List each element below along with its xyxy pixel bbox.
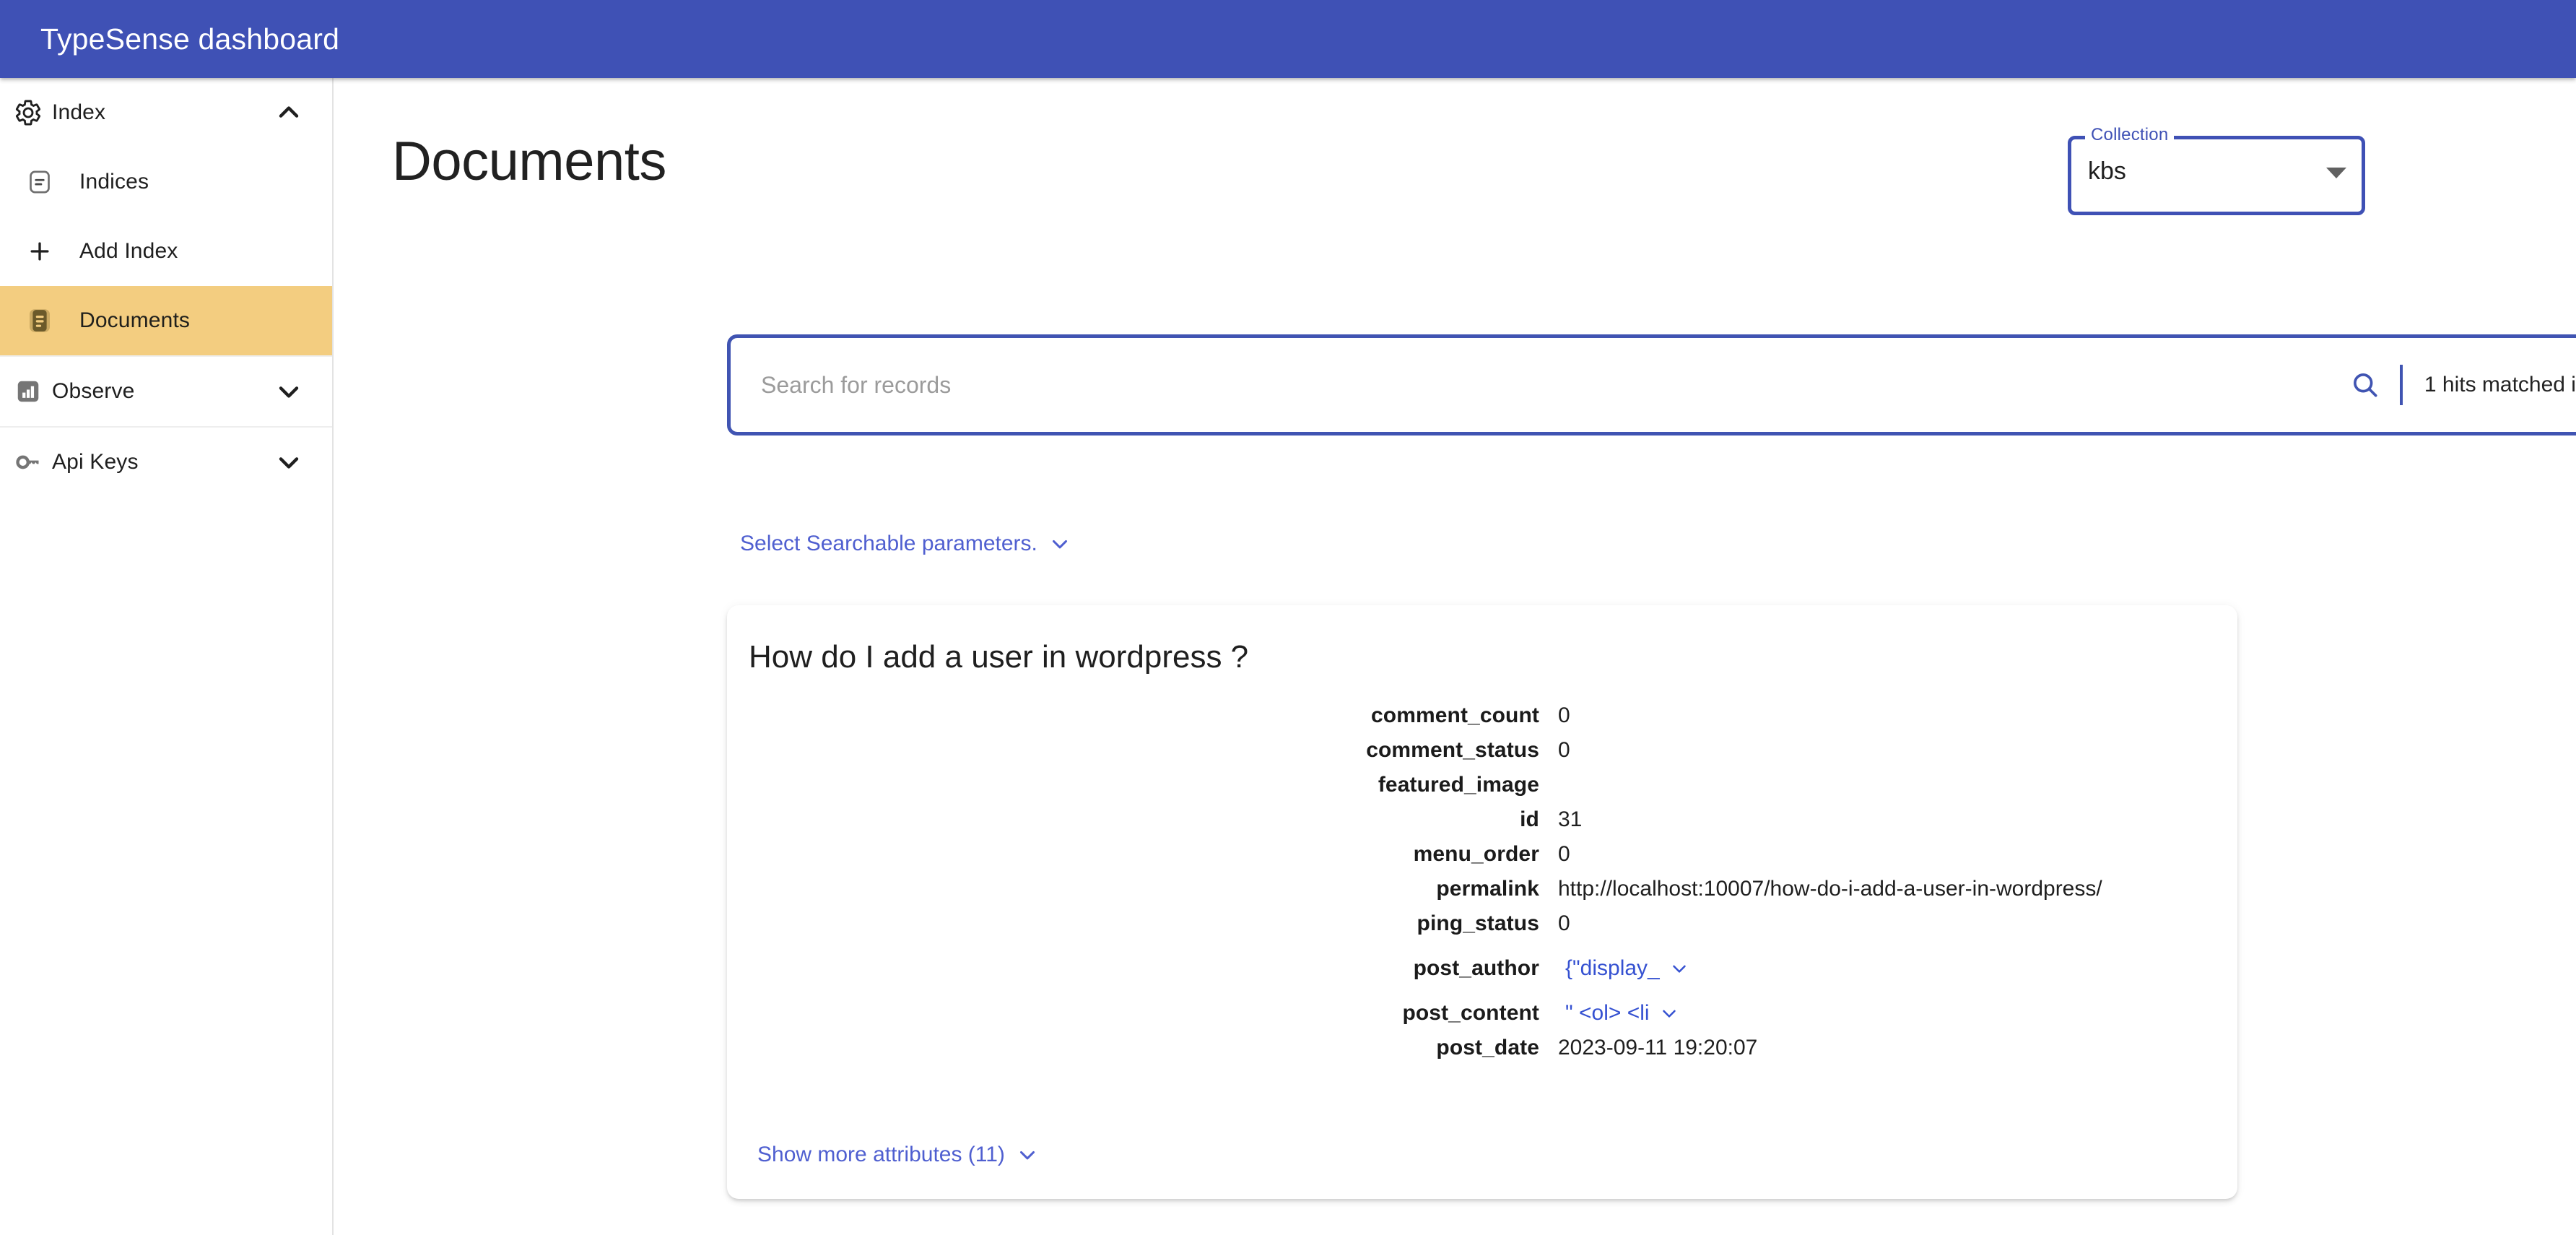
search-divider xyxy=(2399,365,2403,405)
show-more-attributes-link[interactable]: Show more attributes (11) xyxy=(757,1143,1040,1167)
attribute-key: ping_status xyxy=(1417,911,1539,935)
chevron-down-icon[interactable] xyxy=(1658,1002,1680,1024)
table-row: menu_order 0 xyxy=(727,842,2237,877)
table-row: id 31 xyxy=(727,807,2237,842)
gear-icon xyxy=(4,98,52,127)
attribute-key: post_author xyxy=(1413,956,1539,980)
attribute-value-expandable[interactable]: {"display_ xyxy=(1565,956,1690,981)
table-row: comment_count 0 xyxy=(727,703,2237,738)
chevron-down-icon[interactable] xyxy=(273,446,305,478)
attribute-key: permalink xyxy=(1436,877,1539,901)
sidebar-item-index[interactable]: Index xyxy=(0,78,332,147)
attribute-value: {"display_ xyxy=(1565,956,1660,980)
index-list-icon xyxy=(16,168,64,196)
attribute-value-expandable[interactable]: " <ol> <li xyxy=(1565,1001,1680,1026)
sidebar-item-indices[interactable]: Indices xyxy=(0,147,332,217)
sidebar-item-label-indices: Indices xyxy=(79,170,149,194)
caret-down-icon[interactable] xyxy=(2326,168,2346,178)
sidebar-group-observe: Observe xyxy=(0,357,332,428)
sidebar: Index Indices Add Index Documents Observ… xyxy=(0,78,334,1235)
key-icon xyxy=(4,448,52,477)
table-row: featured_image xyxy=(727,773,2237,807)
plus-icon xyxy=(16,237,64,266)
attribute-key: featured_image xyxy=(1378,773,1539,797)
select-searchable-parameters-link[interactable]: Select Searchable parameters. xyxy=(740,532,1072,556)
sidebar-item-add-index[interactable]: Add Index xyxy=(0,217,332,286)
sidebar-item-documents[interactable]: Documents xyxy=(0,286,332,355)
table-row: comment_status 0 xyxy=(727,738,2237,773)
collection-select-value: kbs xyxy=(2088,157,2126,185)
main-content: Documents Collection kbs 1 hits matched … xyxy=(334,78,2576,1235)
collection-select-label: Collection xyxy=(2085,126,2175,144)
chevron-up-icon[interactable] xyxy=(273,97,305,129)
sidebar-item-api-keys[interactable]: Api Keys xyxy=(0,428,332,497)
sidebar-item-label-add-index: Add Index xyxy=(79,239,178,263)
app-title: TypeSense dashboard xyxy=(40,22,340,56)
document-card: How do I add a user in wordpress ? comme… xyxy=(727,605,2237,1199)
attribute-value: 0 xyxy=(1558,842,1570,866)
attribute-key: menu_order xyxy=(1413,842,1539,866)
sidebar-item-label-api-keys: Api Keys xyxy=(52,450,139,474)
attribute-value: http://localhost:10007/how-do-i-add-a-us… xyxy=(1558,877,2102,901)
attribute-value: 0 xyxy=(1558,911,1570,935)
attribute-value: 2023-09-11 19:20:07 xyxy=(1558,1036,1758,1060)
select-searchable-parameters-label: Select Searchable parameters. xyxy=(740,532,1037,555)
document-title: How do I add a user in wordpress ? xyxy=(749,639,1249,675)
attribute-key: id xyxy=(1520,807,1539,831)
show-more-attributes-label: Show more attributes (11) xyxy=(757,1143,1005,1166)
table-row: post_author {"display_ xyxy=(727,946,2237,991)
chevron-down-icon[interactable] xyxy=(1048,532,1072,556)
sidebar-group-api-keys: Api Keys xyxy=(0,428,332,497)
attribute-value: 31 xyxy=(1558,807,1583,831)
search-hits-text: 1 hits matched in 0 ms xyxy=(2424,373,2576,396)
sidebar-item-label-documents: Documents xyxy=(79,308,191,332)
search-icon[interactable] xyxy=(2349,369,2381,401)
search-input[interactable] xyxy=(760,337,2349,433)
attribute-key: post_content xyxy=(1402,1001,1539,1025)
sidebar-item-observe[interactable]: Observe xyxy=(0,357,332,426)
attribute-key: comment_status xyxy=(1366,738,1539,762)
bar-chart-icon xyxy=(4,378,52,405)
page-title: Documents xyxy=(392,131,666,192)
attribute-value: " <ol> <li xyxy=(1565,1001,1650,1025)
sidebar-item-label-index: Index xyxy=(52,100,106,124)
table-row: permalink http://localhost:10007/how-do-… xyxy=(727,877,2237,911)
chevron-down-icon[interactable] xyxy=(1668,958,1690,979)
document-icon xyxy=(16,306,64,336)
chevron-down-icon[interactable] xyxy=(1015,1143,1040,1167)
document-attribute-list: comment_count 0 comment_status 0 feature… xyxy=(727,703,2237,1070)
table-row: ping_status 0 xyxy=(727,911,2237,946)
attribute-value: 0 xyxy=(1558,738,1570,762)
sidebar-item-label-observe: Observe xyxy=(52,379,135,403)
attribute-key: comment_count xyxy=(1371,703,1539,727)
sidebar-group-index: Index Indices Add Index Documents xyxy=(0,78,332,357)
chevron-down-icon[interactable] xyxy=(273,376,305,407)
search-bar[interactable]: 1 hits matched in 0 ms xyxy=(727,334,2576,436)
app-bar: TypeSense dashboard xyxy=(0,0,2576,78)
attribute-value: 0 xyxy=(1558,703,1570,727)
table-row: post_content " <ol> <li xyxy=(727,991,2237,1036)
table-row: post_date 2023-09-11 19:20:07 xyxy=(727,1036,2237,1070)
attribute-key: post_date xyxy=(1436,1036,1539,1060)
collection-select[interactable]: Collection kbs xyxy=(2068,126,2365,215)
